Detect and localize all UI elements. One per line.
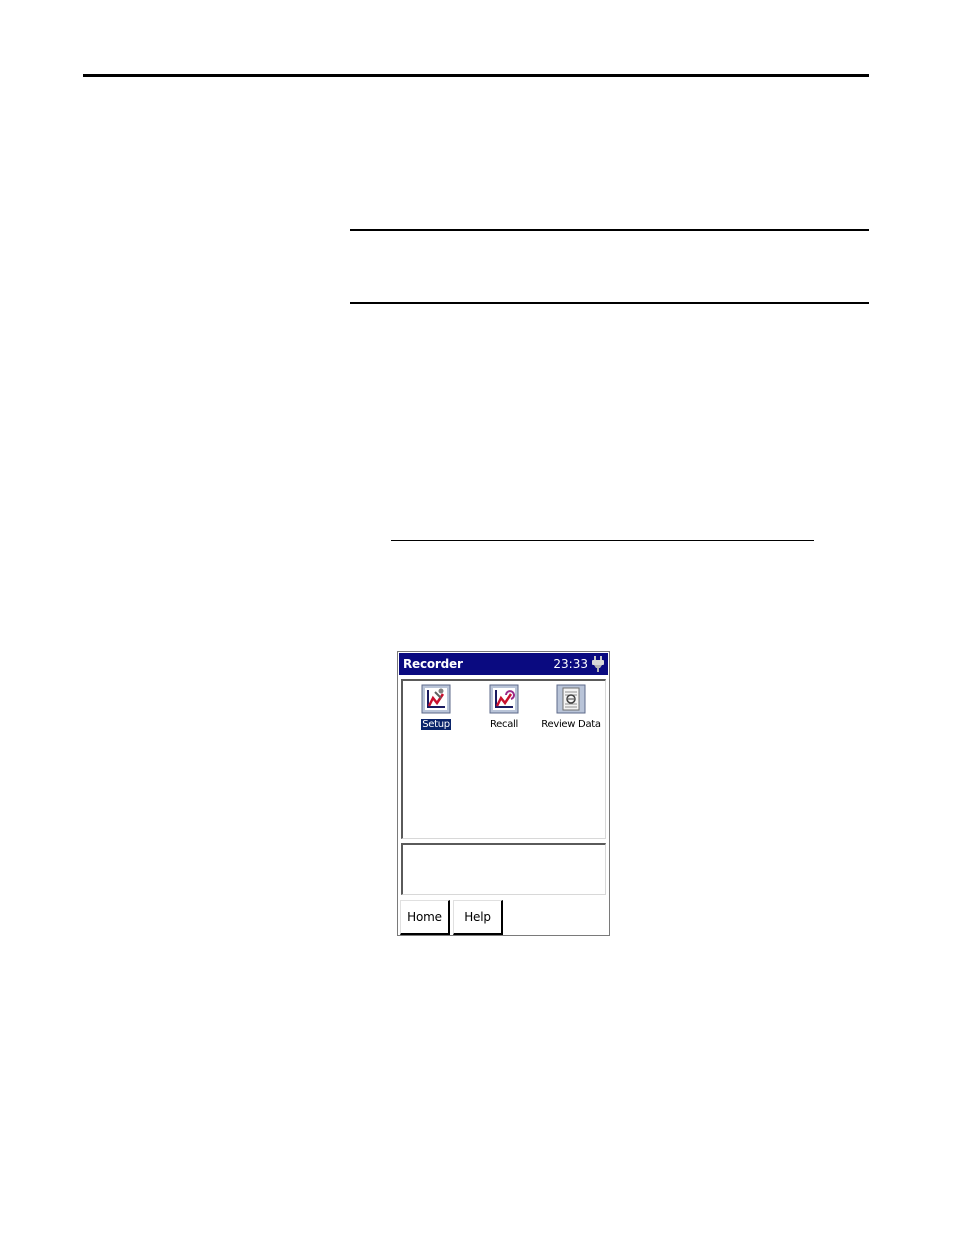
note-box-bottom-rule: [350, 302, 869, 304]
review-data-icon: [556, 684, 586, 714]
power-plug-icon: [592, 656, 604, 672]
clock: 23:33: [553, 657, 588, 671]
launcher-panel: Setup Recall Review Data: [401, 679, 606, 839]
review-data-label: Review Data: [541, 719, 601, 730]
note-box-top-rule: [350, 229, 869, 231]
title-bar: Recorder 23:33: [399, 653, 608, 675]
recall-launcher[interactable]: Recall: [473, 684, 535, 732]
recall-chart-icon: [489, 684, 519, 714]
review-data-launcher[interactable]: Review Data: [540, 684, 602, 732]
hyperlink-underline[interactable]: [391, 540, 814, 541]
home-button[interactable]: Home: [400, 900, 450, 935]
setup-label: Setup: [420, 718, 452, 731]
setup-chart-icon: [421, 684, 451, 714]
app-title: Recorder: [403, 657, 463, 671]
recorder-screen: Recorder 23:33 Setup Recall Review Data …: [397, 651, 610, 936]
help-button[interactable]: Help: [453, 900, 503, 935]
header-rule: [83, 74, 869, 77]
recall-label: Recall: [489, 719, 519, 730]
message-area: [401, 843, 606, 895]
setup-launcher[interactable]: Setup: [405, 684, 467, 732]
